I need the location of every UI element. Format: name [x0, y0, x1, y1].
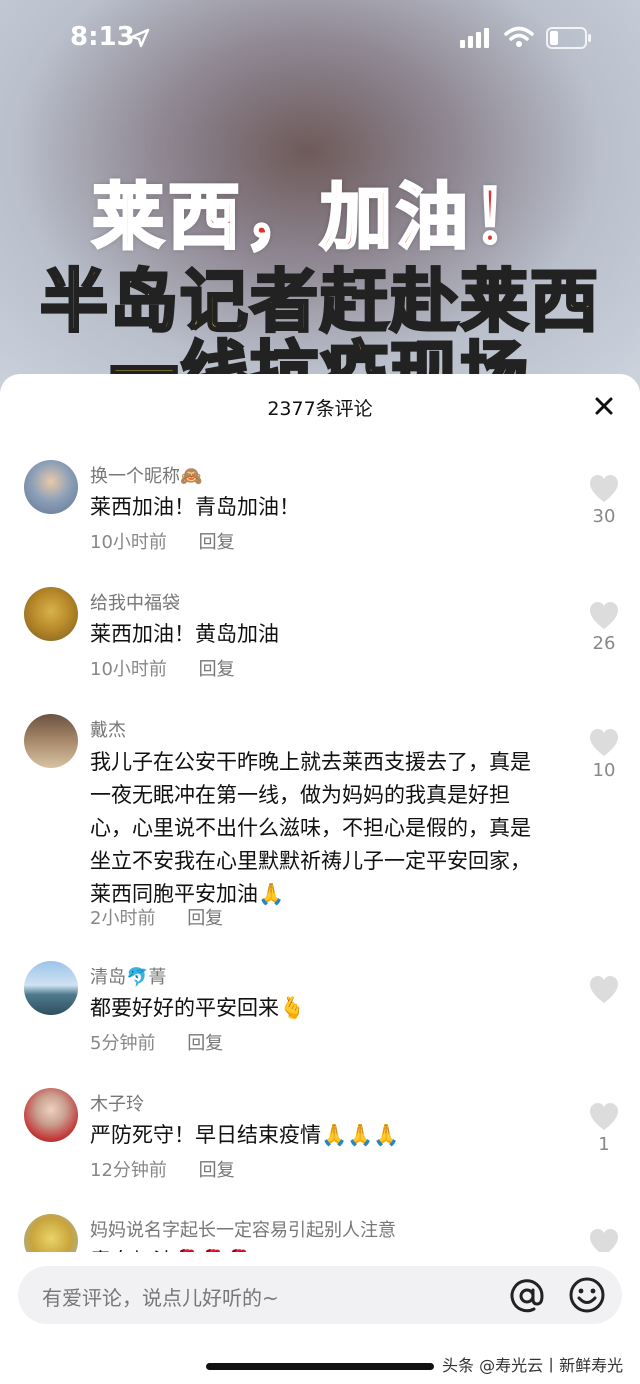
close-icon[interactable]: [588, 390, 620, 422]
comment-item: 给我中福袋 莱西加油！黄岛加油 10小时前 回复 26: [0, 587, 640, 697]
reply-button[interactable]: 回复: [187, 908, 223, 929]
reply-button[interactable]: 回复: [187, 1033, 223, 1054]
watermark: 头条 @寿光云丨新鲜寿光: [442, 1356, 624, 1375]
heart-icon[interactable]: [588, 1102, 620, 1132]
status-bar: 8:13: [0, 0, 640, 76]
comment-meta: 12分钟前 回复: [90, 1156, 235, 1182]
comment-text: 莱西加油！黄岛加油: [90, 622, 279, 646]
status-time: 8:13: [70, 22, 135, 52]
comment-meta: 10小时前 回复: [90, 528, 235, 554]
comment-nickname[interactable]: 妈妈说名字起长一定容易引起别人注意: [90, 1216, 396, 1242]
comment-nickname[interactable]: 给我中福袋: [90, 589, 180, 615]
comment-text: 都要好好的平安回来🫰: [90, 996, 306, 1020]
mention-at-icon[interactable]: [508, 1277, 546, 1315]
reply-button[interactable]: 回复: [199, 532, 235, 553]
like-count: 26: [592, 633, 616, 654]
avatar[interactable]: [24, 587, 78, 641]
heart-icon[interactable]: [588, 601, 620, 631]
comment-item: 换一个昵称🙈 莱西加油！青岛加油！ 10小时前 回复 30: [0, 460, 640, 570]
comment-nickname[interactable]: 戴杰: [90, 716, 126, 742]
comment-time: 2小时前: [90, 908, 156, 929]
comment-meta: 10小时前 回复: [90, 655, 235, 681]
comment-nickname[interactable]: 换一个昵称🙈: [90, 462, 202, 488]
battery-icon: [546, 27, 591, 49]
video-player[interactable]: 8:13 莱西，加油！ 半岛记者赶赴莱西 一线抗疫现场: [0, 0, 640, 400]
reply-button[interactable]: 回复: [199, 1160, 235, 1181]
avatar[interactable]: [24, 460, 78, 514]
comment-item: 戴杰 我儿子在公安干昨晚上就去莱西支援去了，真是一夜无眠冲在第一线，做为妈妈的我…: [0, 714, 640, 934]
avatar[interactable]: [24, 961, 78, 1015]
comment-meta: 5分钟前 回复: [90, 1029, 223, 1055]
heart-icon[interactable]: [588, 728, 620, 758]
comment-input[interactable]: 有爱评论，说点儿好听的~: [18, 1266, 622, 1324]
avatar[interactable]: [24, 1088, 78, 1142]
reply-button[interactable]: 回复: [199, 659, 235, 680]
avatar[interactable]: [24, 714, 78, 768]
comments-sheet: 2377条评论 换一个昵称🙈 莱西加油！青岛加油！ 10小时前 回复 30 给我…: [0, 374, 640, 1384]
cellular-signal-icon: [460, 28, 489, 48]
comments-count-title: 2377条评论: [267, 398, 373, 420]
home-indicator[interactable]: [206, 1363, 434, 1370]
comment-text: 莱西加油！青岛加油！: [90, 495, 300, 519]
comment-text: 严防死守！早日结束疫情🙏🙏🙏: [90, 1123, 400, 1147]
comment-item: 木子玲 严防死守！早日结束疫情🙏🙏🙏 12分钟前 回复 1: [0, 1088, 640, 1198]
heart-icon[interactable]: [588, 975, 620, 1005]
comment-item: 清岛🐬菁 都要好好的平安回来🫰 5分钟前 回复: [0, 961, 640, 1071]
comment-nickname[interactable]: 木子玲: [90, 1090, 144, 1116]
location-arrow-icon: [130, 28, 150, 48]
comment-meta: 2小时前 回复: [90, 904, 223, 930]
like-count: 30: [592, 506, 616, 527]
comment-text: 我儿子在公安干昨晚上就去莱西支援去了，真是一夜无眠冲在第一线，做为妈妈的我真是好…: [90, 750, 531, 906]
comment-time: 10小时前: [90, 659, 167, 680]
like-count: 10: [592, 760, 616, 781]
comment-time: 5分钟前: [90, 1033, 156, 1054]
comment-nickname[interactable]: 清岛🐬菁: [90, 963, 166, 989]
wifi-icon: [504, 26, 534, 47]
comment-input-placeholder: 有爱评论，说点儿好听的~: [42, 1286, 279, 1310]
like-count: 1: [598, 1134, 610, 1155]
emoji-smile-icon[interactable]: [568, 1276, 606, 1314]
comment-time: 12分钟前: [90, 1160, 167, 1181]
comment-time: 10小时前: [90, 532, 167, 553]
heart-icon[interactable]: [588, 474, 620, 504]
